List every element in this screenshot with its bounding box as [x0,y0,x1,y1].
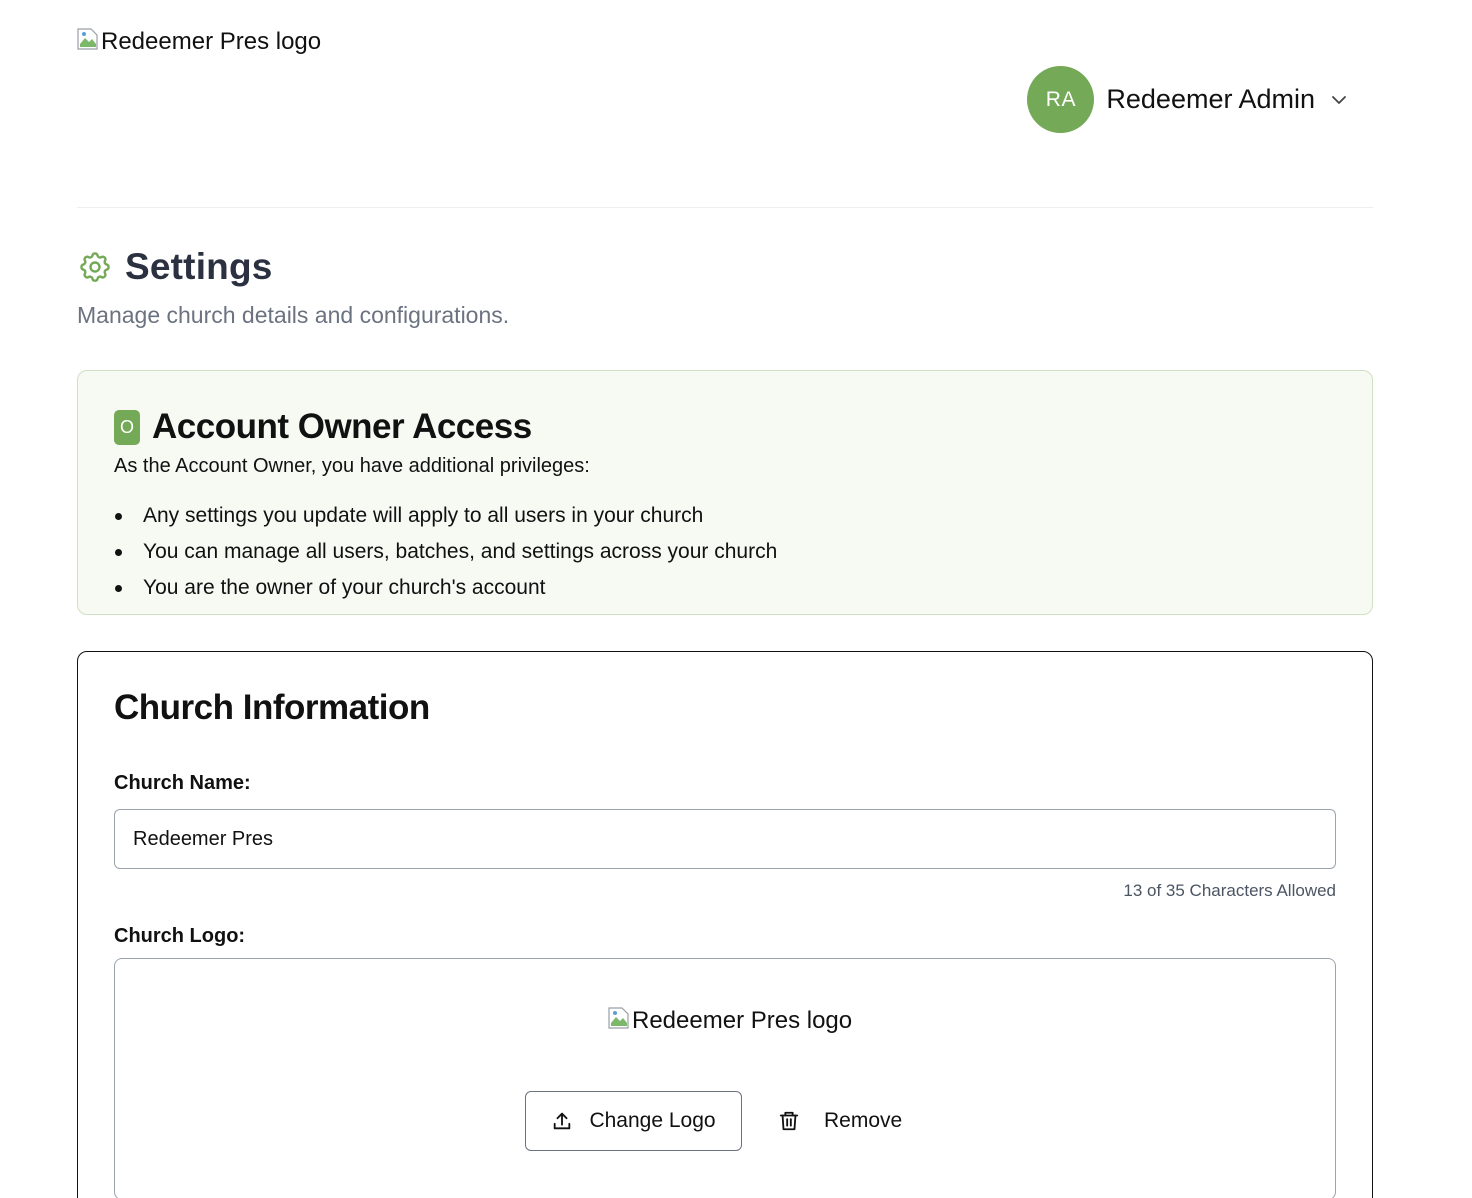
list-item: You are the owner of your church's accou… [114,570,1336,606]
list-item: You can manage all users, batches, and s… [114,534,1336,570]
church-name-label: Church Name: [114,772,251,794]
list-item-text: Any settings you update will apply to al… [143,504,704,527]
remove-logo-button[interactable]: Remove [778,1109,902,1133]
gear-icon [77,249,113,285]
broken-image-icon [608,1007,630,1031]
remove-label: Remove [824,1109,903,1132]
page-header: Settings Manage church details and confi… [77,246,509,329]
list-item-text: You are the owner of your church's accou… [143,576,546,599]
character-count: 13 of 35 Characters Allowed [1123,881,1336,900]
change-logo-label: Change Logo [589,1109,716,1132]
church-name-input[interactable] [114,809,1336,869]
list-item: Any settings you update will apply to al… [114,498,1336,534]
broken-image-icon [77,28,99,52]
owner-badge: O [114,409,140,445]
user-menu[interactable]: RA Redeemer Admin [1027,66,1347,133]
church-logo-header[interactable]: Redeemer Pres logo [77,28,321,56]
logo-alt-text: Redeemer Pres logo [632,1007,853,1034]
church-logo-label: Church Logo: [114,925,246,947]
owner-privileges-list: Any settings you update will apply to al… [114,498,1336,606]
page-subtitle: Manage church details and configurations… [77,302,510,328]
logo-actions: Change Logo Remove [525,1091,902,1151]
logo-upload-area: Redeemer Pres logo Change Logo Remove [114,958,1336,1198]
change-logo-button[interactable]: Change Logo [525,1091,742,1151]
logo-alt-text: Redeemer Pres logo [101,28,322,55]
church-logo-preview: Redeemer Pres logo [608,1007,852,1035]
app-header: Redeemer Pres logo RA Redeemer Admin [77,0,1373,208]
trash-icon [778,1109,800,1133]
chevron-down-icon[interactable] [1331,95,1347,105]
user-name: Redeemer Admin [1106,84,1315,114]
bullet-icon [115,512,122,520]
list-item-text: You can manage all users, batches, and s… [143,540,778,563]
owner-intro: As the Account Owner, you have additiona… [114,455,590,477]
avatar: RA [1027,66,1095,133]
owner-title: Account Owner Access [152,407,532,446]
bullet-icon [115,584,122,592]
page-title: Settings [125,246,273,287]
church-information-card: Church Information Church Name: 13 of 35… [77,651,1373,1198]
card-title: Church Information [114,688,430,727]
account-owner-notice: O Account Owner Access As the Account Ow… [77,370,1373,615]
upload-icon [551,1110,573,1132]
bullet-icon [115,548,122,556]
